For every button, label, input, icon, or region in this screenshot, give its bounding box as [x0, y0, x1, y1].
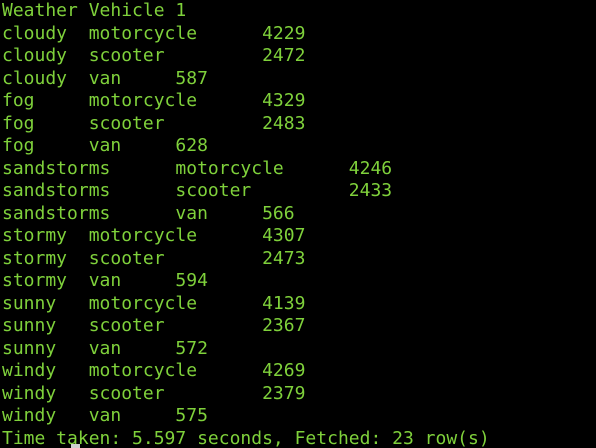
result-row: sandstorms scooter 2433 [2, 180, 393, 201]
result-row: cloudy motorcycle 4229 [2, 22, 306, 44]
result-row: stormy motorcycle 4307 [2, 225, 306, 246]
text-cursor [71, 444, 80, 448]
result-row: stormy scooter 2473 [2, 247, 306, 269]
result-row: sunny scooter 2367 [2, 315, 306, 336]
result-row: windy scooter 2379 [2, 382, 306, 404]
timing-summary-line: Time taken: 5.597 seconds, Fetched: 23 r… [2, 427, 490, 448]
result-row: sunny motorcycle 4139 [2, 292, 306, 314]
result-row: cloudy scooter 2472 [2, 45, 306, 66]
result-row: cloudy van 587 [2, 67, 208, 89]
result-row: fog motorcycle 4329 [2, 90, 306, 111]
result-header-row: Weather Vehicle 1 [2, 0, 187, 21]
result-row: fog scooter 2483 [2, 112, 306, 134]
result-row: windy motorcycle 4269 [2, 360, 306, 381]
result-row: fog van 628 [2, 135, 208, 156]
result-row: stormy van 594 [2, 270, 208, 291]
terminal-window[interactable]: Weather Vehicle 1 cloudy motorcycle 4229… [0, 0, 596, 448]
result-row: windy van 575 [2, 405, 208, 426]
result-row: sandstorms van 566 [2, 202, 295, 224]
result-row: sunny van 572 [2, 337, 208, 359]
result-row: sandstorms motorcycle 4246 [2, 157, 393, 179]
